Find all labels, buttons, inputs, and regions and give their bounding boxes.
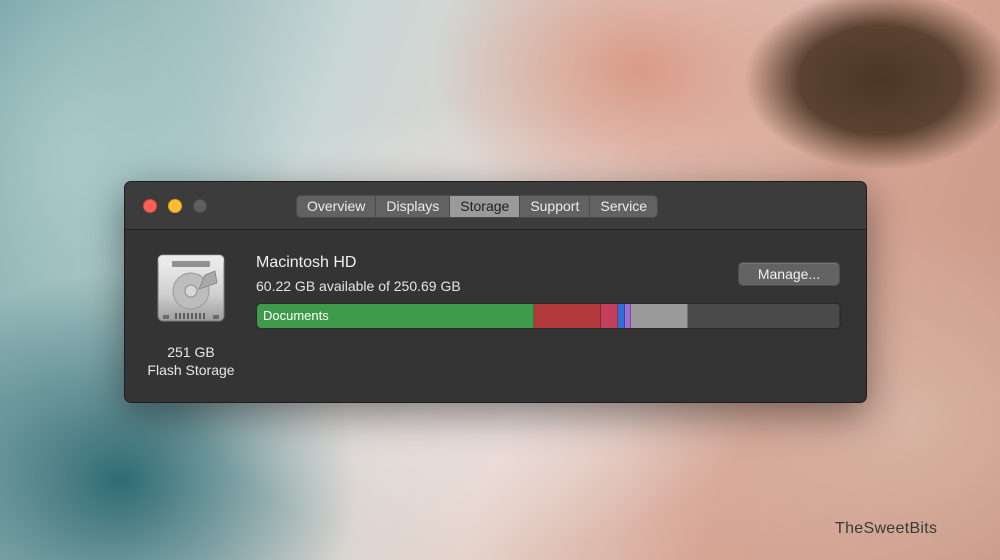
watermark: TheSweetBits	[835, 520, 938, 537]
tab-storage[interactable]: Storage	[450, 196, 521, 217]
zoom-button	[193, 199, 207, 213]
available-space: 60.22 GB available of 250.69 GB	[256, 278, 461, 294]
storage-segment-other-blue[interactable]	[618, 304, 625, 328]
tab-service[interactable]: Service	[590, 196, 657, 217]
storage-segment-system-gray[interactable]	[631, 304, 688, 328]
about-this-mac-window: Overview Displays Storage Support Servic…	[124, 181, 867, 403]
storage-segment-other-red[interactable]	[534, 304, 601, 328]
storage-segment-free-space[interactable]	[688, 304, 840, 328]
title-bar: Overview Displays Storage Support Servic…	[125, 182, 866, 230]
tab-support[interactable]: Support	[520, 196, 591, 217]
storage-segment-other-pink[interactable]	[601, 304, 618, 328]
disk-capacity: 251 GB	[167, 344, 215, 360]
storage-usage-bar[interactable]: Documents	[256, 303, 841, 329]
hard-drive-icon	[155, 253, 227, 327]
tab-displays[interactable]: Displays	[376, 196, 451, 217]
tab-bar: Overview Displays Storage Support Servic…	[296, 195, 659, 218]
disk-info: 251 GB Flash Storage	[125, 231, 257, 402]
storage-segment-documents[interactable]: Documents	[257, 304, 534, 328]
tab-overview[interactable]: Overview	[297, 196, 377, 217]
storage-panel: 251 GB Flash Storage Macintosh HD 60.22 …	[125, 231, 866, 402]
close-button[interactable]	[143, 199, 157, 213]
manage-button[interactable]: Manage...	[738, 262, 840, 286]
minimize-button[interactable]	[168, 199, 182, 213]
storage-segment-label: Documents	[263, 308, 329, 323]
disk-type: Flash Storage	[147, 362, 235, 378]
volume-name: Macintosh HD	[256, 254, 357, 271]
